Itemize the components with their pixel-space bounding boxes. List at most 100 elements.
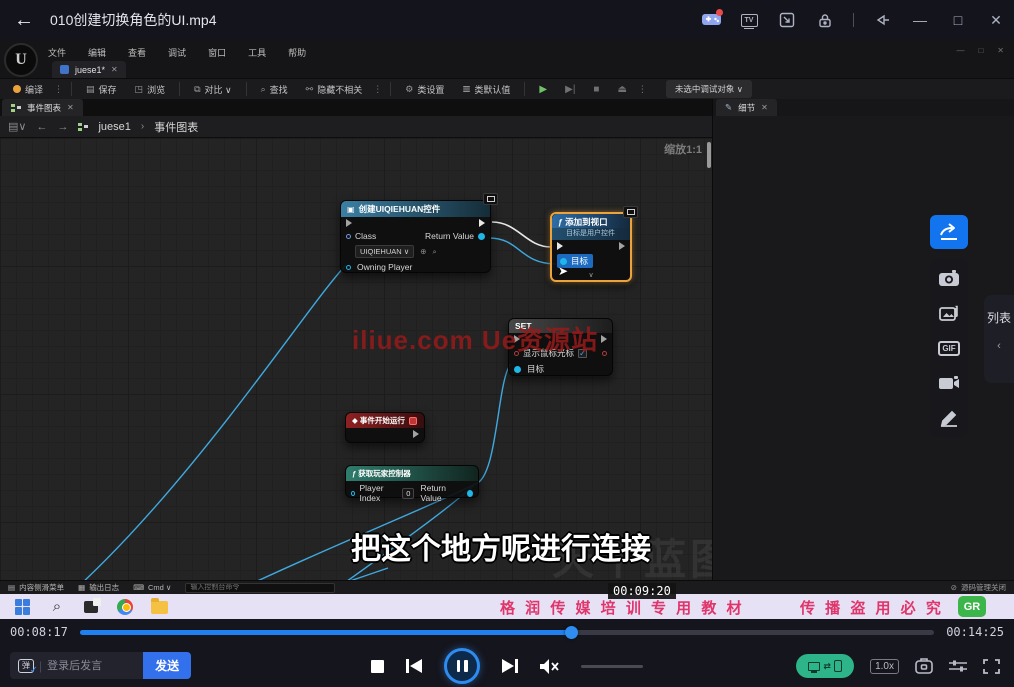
lock-icon[interactable]: [815, 10, 835, 30]
return-value-pin[interactable]: [467, 490, 473, 497]
exec-in-pin[interactable]: [557, 242, 563, 250]
graph-tab-close-icon[interactable]: ✕: [67, 103, 74, 112]
blueprint-canvas[interactable]: 缩放1:1 天下蓝图: [0, 138, 712, 580]
player-index-value[interactable]: 0: [402, 488, 414, 499]
class-select-dropdown[interactable]: UIQIEHUAN ∨: [355, 245, 414, 258]
exec-in-pin[interactable]: [346, 219, 352, 227]
ue-window-buttons[interactable]: —□✕: [956, 46, 1004, 55]
bool-out-pin[interactable]: [602, 351, 607, 356]
compile-button[interactable]: 编译: [6, 81, 50, 98]
use-selected-icon[interactable]: ⊕: [420, 247, 426, 256]
play-button[interactable]: ▶: [532, 82, 554, 97]
game-center-icon[interactable]: [701, 10, 721, 30]
console-command-input[interactable]: [185, 583, 335, 593]
settings-sliders-icon[interactable]: [949, 659, 967, 673]
play-options-icon[interactable]: ⋮: [638, 84, 648, 95]
browse-button[interactable]: ◳浏览: [128, 81, 173, 98]
volume-slider[interactable]: [581, 665, 643, 668]
canvas-scrollbar[interactable]: [707, 142, 711, 168]
graph-list-dropdown-icon[interactable]: ▤∨: [8, 120, 26, 133]
menu-tools[interactable]: 工具: [248, 46, 266, 59]
hide-unrelated-button[interactable]: ⚯隐藏不相关: [299, 81, 370, 98]
event-graph-tab[interactable]: 事件图表 ✕: [2, 99, 83, 116]
screenshot-camera-icon[interactable]: [938, 269, 960, 287]
mute-button[interactable]: [540, 659, 559, 674]
output-log-button[interactable]: ▦输出日志: [78, 582, 119, 593]
video-frame[interactable]: U 文件 编辑 查看 调试 窗口 工具 帮助 —□✕ juese1* ✕: [0, 40, 1014, 619]
chrome-icon[interactable]: [114, 596, 136, 618]
browse-asset-icon[interactable]: ⌕: [433, 247, 437, 257]
player-index-pin[interactable]: [351, 491, 355, 496]
back-button[interactable]: ←: [14, 9, 34, 32]
class-defaults-button[interactable]: 𝌆类默认值: [455, 81, 517, 98]
device-switch-button[interactable]: ⇄: [796, 654, 854, 678]
menu-view[interactable]: 查看: [128, 46, 146, 59]
cmd-dropdown[interactable]: ⌨Cmd ∨: [133, 583, 171, 592]
seek-handle[interactable]: [565, 626, 578, 639]
save-button[interactable]: ▤保存: [79, 81, 124, 98]
send-button[interactable]: 发送: [143, 652, 191, 679]
asset-tab-close-icon[interactable]: ✕: [111, 65, 118, 74]
menu-window[interactable]: 窗口: [208, 46, 226, 59]
exec-out-pin[interactable]: [479, 219, 485, 227]
taskbar-search-icon[interactable]: ⌕: [46, 596, 68, 618]
owning-player-pin[interactable]: [346, 265, 351, 270]
tv-cast-icon[interactable]: TV: [739, 10, 759, 30]
diff-button[interactable]: ⧉对比 ∨: [187, 81, 239, 98]
exec-out-pin[interactable]: [601, 335, 607, 343]
previous-button[interactable]: [406, 659, 422, 673]
window-capture-icon[interactable]: [915, 658, 933, 674]
details-tab[interactable]: ✎ 细节 ✕: [716, 99, 777, 116]
node-event-begin-play[interactable]: ◆ 事件开始运行: [345, 412, 425, 443]
node-create-widget[interactable]: ▣创建UIQIEHUAN控件 Class Return Value: [340, 200, 491, 273]
eject-button[interactable]: ⏏: [610, 82, 633, 97]
details-tab-close-icon[interactable]: ✕: [761, 103, 768, 112]
frame-skip-button[interactable]: ▶|: [558, 82, 582, 97]
playback-speed-button[interactable]: 1.0x: [870, 659, 899, 674]
next-button[interactable]: [502, 659, 518, 673]
return-value-pin[interactable]: [478, 233, 485, 240]
compile-options-icon[interactable]: ⋮: [54, 84, 64, 95]
image-gallery-icon[interactable]: [938, 304, 960, 322]
danmaku-input[interactable]: [47, 652, 135, 679]
find-button[interactable]: ⌕查找: [254, 81, 295, 98]
breadcrumb-leaf[interactable]: 事件图表: [154, 119, 198, 135]
nav-forward-icon[interactable]: →: [57, 121, 68, 133]
danmaku-toggle-icon[interactable]: 弹: [18, 659, 34, 673]
seek-bar[interactable]: [80, 630, 934, 635]
breadcrumb-root[interactable]: juese1: [98, 121, 130, 133]
task-view-icon[interactable]: [80, 596, 102, 618]
class-settings-button[interactable]: ⚙类设置: [398, 81, 451, 98]
target-pin[interactable]: [514, 366, 521, 373]
exec-out-pin[interactable]: [413, 430, 419, 438]
nav-back-icon[interactable]: ←: [36, 121, 47, 133]
maximize-button[interactable]: □: [948, 10, 968, 30]
close-button[interactable]: ✕: [986, 10, 1006, 30]
share-button[interactable]: [930, 215, 968, 249]
annotate-pen-icon[interactable]: [938, 409, 960, 427]
pin-sidebar-icon[interactable]: [872, 10, 892, 30]
fullscreen-button[interactable]: [983, 659, 1000, 674]
screen-record-icon[interactable]: [938, 374, 960, 392]
asset-tab-juese1[interactable]: juese1* ✕: [52, 61, 126, 78]
menu-debug[interactable]: 调试: [168, 46, 186, 59]
exec-out-pin[interactable]: [619, 242, 625, 250]
windows-start-icon[interactable]: [12, 596, 34, 618]
gif-record-icon[interactable]: GIF: [938, 339, 960, 357]
menu-file[interactable]: 文件: [48, 46, 66, 59]
menu-help[interactable]: 帮助: [288, 46, 306, 59]
debug-object-dropdown[interactable]: 未选中调试对象 ∨: [666, 80, 752, 98]
stop-button[interactable]: [371, 660, 384, 673]
source-control-status[interactable]: ⊘源码管理关闭: [951, 582, 1006, 593]
menu-edit[interactable]: 编辑: [88, 46, 106, 59]
class-pin[interactable]: [346, 234, 351, 239]
expand-chevron-icon[interactable]: ∨: [588, 271, 593, 279]
content-drawer-button[interactable]: ▤内容侧滑菜单: [8, 582, 64, 593]
hide-options-icon[interactable]: ⋮: [373, 84, 383, 95]
mini-window-icon[interactable]: [777, 10, 797, 30]
node-get-player-controller[interactable]: ƒ 获取玩家控制器 Player Index0 Return Value: [345, 465, 479, 498]
pause-button[interactable]: [444, 648, 480, 684]
stop-button[interactable]: ■: [586, 82, 606, 97]
node-add-to-viewport[interactable]: ƒ 添加到视口 目标是用户控件 目标 ∨ ➤: [550, 212, 632, 282]
minimize-button[interactable]: —: [910, 10, 930, 30]
